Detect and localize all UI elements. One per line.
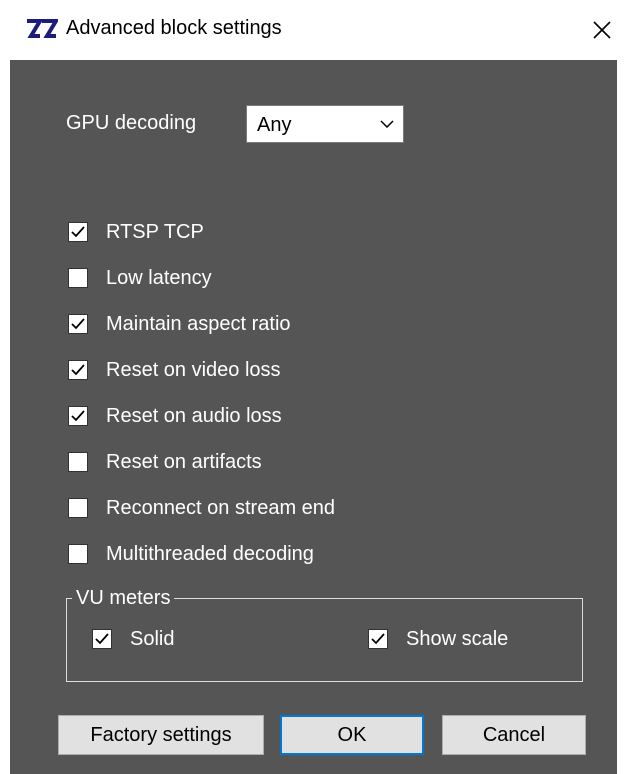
vu-solid-checkbox[interactable]: Solid [92,624,174,654]
multithreaded-decoding-checkbox[interactable]: Multithreaded decoding [68,539,314,569]
ok-button[interactable]: OK [280,715,424,755]
close-icon [593,21,611,39]
checkbox-label: Show scale [406,627,509,650]
checkbox-label: RTSP TCP [106,220,204,243]
checkmark-icon [71,318,85,330]
checkbox-label: Maintain aspect ratio [106,312,291,335]
reset-on-audio-loss-checkbox[interactable]: Reset on audio loss [68,401,282,431]
low-latency-checkbox[interactable]: Low latency [68,263,212,293]
checkbox-label: Multithreaded decoding [106,542,314,565]
checkbox-label: Solid [130,627,175,650]
checkmark-icon [71,364,85,376]
title-bar: Advanced block settings [0,0,627,60]
gpu-decoding-value: Any [257,114,292,136]
checkbox-label: Low latency [106,266,212,289]
cancel-button[interactable]: Cancel [442,715,586,755]
checkbox-box [68,314,88,334]
reset-on-video-loss-checkbox[interactable]: Reset on video loss [68,355,281,385]
checkbox-box [368,629,388,649]
checkmark-icon [71,226,85,238]
window-title: Advanced block settings [66,17,282,39]
checkbox-label: Reset on audio loss [106,404,282,427]
chevron-down-icon [380,120,394,129]
checkbox-box [68,406,88,426]
rtsp-tcp-checkbox[interactable]: RTSP TCP [68,217,204,247]
advanced-block-settings-dialog: Advanced block settings GPU decoding Any… [0,0,627,774]
checkbox-label: Reset on artifacts [106,450,262,473]
zz-logo-icon [27,19,58,38]
gpu-decoding-select[interactable]: Any [246,105,404,143]
checkmark-icon [71,410,85,422]
checkbox-box [68,268,88,288]
maintain-aspect-ratio-checkbox[interactable]: Maintain aspect ratio [68,309,291,339]
vu-show-scale-checkbox[interactable]: Show scale [368,624,508,654]
factory-settings-button[interactable]: Factory settings [58,715,264,755]
reconnect-on-stream-end-checkbox[interactable]: Reconnect on stream end [68,493,335,523]
checkmark-icon [371,633,385,645]
close-button[interactable] [580,10,624,50]
checkbox-box [68,360,88,380]
checkbox-box [68,498,88,518]
checkbox-box [92,629,112,649]
checkbox-label: Reset on video loss [106,358,281,381]
checkbox-label: Reconnect on stream end [106,496,336,519]
settings-panel: GPU decoding Any RTSP TCP Low latency Ma… [10,60,617,774]
checkbox-box [68,452,88,472]
checkmark-icon [95,633,109,645]
reset-on-artifacts-checkbox[interactable]: Reset on artifacts [68,447,262,477]
vu-meters-legend: VU meters [72,587,175,609]
checkbox-box [68,544,88,564]
checkbox-box [68,222,88,242]
gpu-decoding-label: GPU decoding [66,112,197,134]
